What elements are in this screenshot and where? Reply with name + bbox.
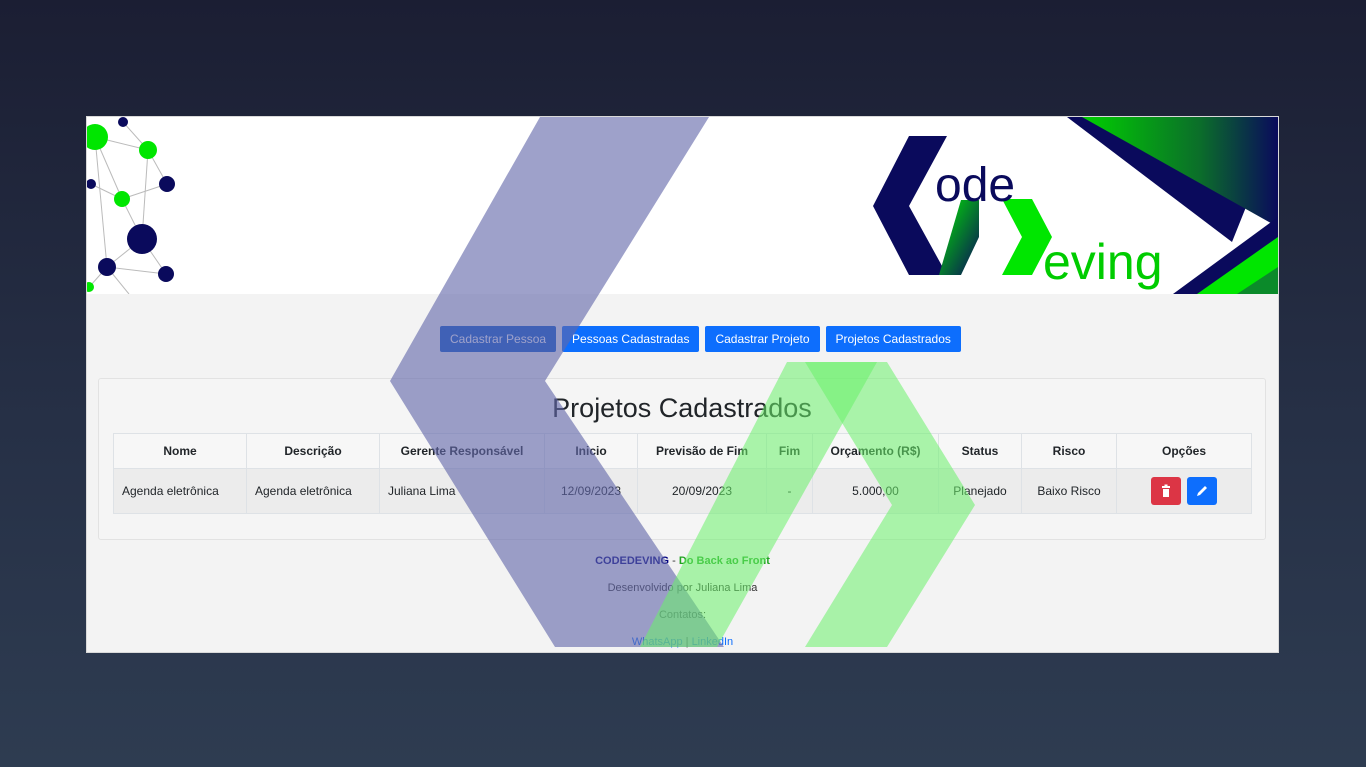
column-header-orcamento: Orçamento (R$) bbox=[812, 433, 939, 469]
cell-inicio: 12/09/2023 bbox=[544, 468, 638, 514]
cell-fim: - bbox=[766, 468, 813, 514]
footer-separator: - bbox=[669, 555, 679, 567]
nav-cadastrar-projeto-button[interactable]: Cadastrar Projeto bbox=[705, 326, 820, 352]
cell-previsao-fim: 20/09/2023 bbox=[637, 468, 767, 514]
cell-gerente: Juliana Lima bbox=[379, 468, 545, 514]
column-header-nome: Nome bbox=[113, 433, 247, 469]
footer-tagline: Do Back ao Front bbox=[678, 555, 770, 567]
page-title: Projetos Cadastrados bbox=[552, 393, 812, 423]
pencil-icon bbox=[1196, 486, 1207, 496]
linkedin-link[interactable]: LinkedIn bbox=[692, 636, 734, 648]
footer-developer: Desenvolvido por Juliana Lima bbox=[607, 582, 758, 594]
cell-nome: Agenda eletrônica bbox=[113, 468, 247, 514]
app-window: ode eving Cadastrar Pessoa Pessoas Cadas… bbox=[87, 117, 1278, 652]
column-header-inicio: Inicio bbox=[544, 433, 638, 469]
network-nodes bbox=[87, 117, 175, 292]
projects-table: Nome Descrição Gerente Responsável Inici… bbox=[113, 433, 1252, 514]
logo-text-ode: ode bbox=[935, 159, 1015, 212]
header-banner: ode eving bbox=[87, 117, 1278, 295]
footer: CODEDEVING - Do Back ao Front Desenvolvi… bbox=[87, 549, 1278, 652]
footer-brand: CODEDEVING bbox=[595, 555, 670, 567]
column-header-gerente: Gerente Responsável bbox=[379, 433, 545, 469]
nav-projetos-cadastrados-button[interactable]: Projetos Cadastrados bbox=[825, 326, 961, 352]
footer-brand-line: CODEDEVING - Do Back ao Front bbox=[87, 549, 1278, 576]
table-header-row: Nome Descrição Gerente Responsável Inici… bbox=[113, 433, 1252, 469]
cell-descricao: Agenda eletrônica bbox=[246, 468, 380, 514]
main-nav: Cadastrar Pessoa Pessoas Cadastradas Cad… bbox=[440, 326, 961, 352]
column-header-risco: Risco bbox=[1021, 433, 1117, 469]
nav-pessoas-cadastradas-button[interactable]: Pessoas Cadastradas bbox=[562, 326, 700, 352]
column-header-opcoes: Opções bbox=[1116, 433, 1252, 469]
footer-link-separator: | bbox=[682, 636, 692, 648]
logo-text-eving: eving bbox=[1043, 234, 1163, 290]
cell-opcoes bbox=[1116, 468, 1252, 514]
edit-button[interactable] bbox=[1186, 477, 1217, 505]
delete-button[interactable] bbox=[1151, 477, 1182, 505]
table-row: Agenda eletrônica Agenda eletrônica Juli… bbox=[113, 468, 1252, 514]
cell-risco: Baixo Risco bbox=[1021, 468, 1117, 514]
trash-icon bbox=[1162, 484, 1171, 497]
footer-contacts-label: Contatos: bbox=[658, 609, 707, 621]
codedeving-logo: ode eving bbox=[873, 136, 1163, 290]
nav-cadastrar-pessoa-button[interactable]: Cadastrar Pessoa bbox=[440, 326, 557, 352]
cell-status: Planejado bbox=[938, 468, 1022, 514]
column-header-fim: Fim bbox=[766, 433, 813, 469]
projects-card: Projetos Cadastrados Nome Descrição Gere… bbox=[98, 378, 1266, 540]
cell-orcamento: 5.000,00 bbox=[812, 468, 939, 514]
banner-graphic: ode eving bbox=[87, 117, 1278, 295]
whatsapp-link[interactable]: WhatsApp bbox=[632, 636, 683, 648]
column-header-status: Status bbox=[938, 433, 1022, 469]
footer-links: WhatsApp | LinkedIn bbox=[87, 630, 1278, 652]
column-header-descricao: Descrição bbox=[246, 433, 380, 469]
column-header-previsao-fim: Previsão de Fim bbox=[637, 433, 767, 469]
